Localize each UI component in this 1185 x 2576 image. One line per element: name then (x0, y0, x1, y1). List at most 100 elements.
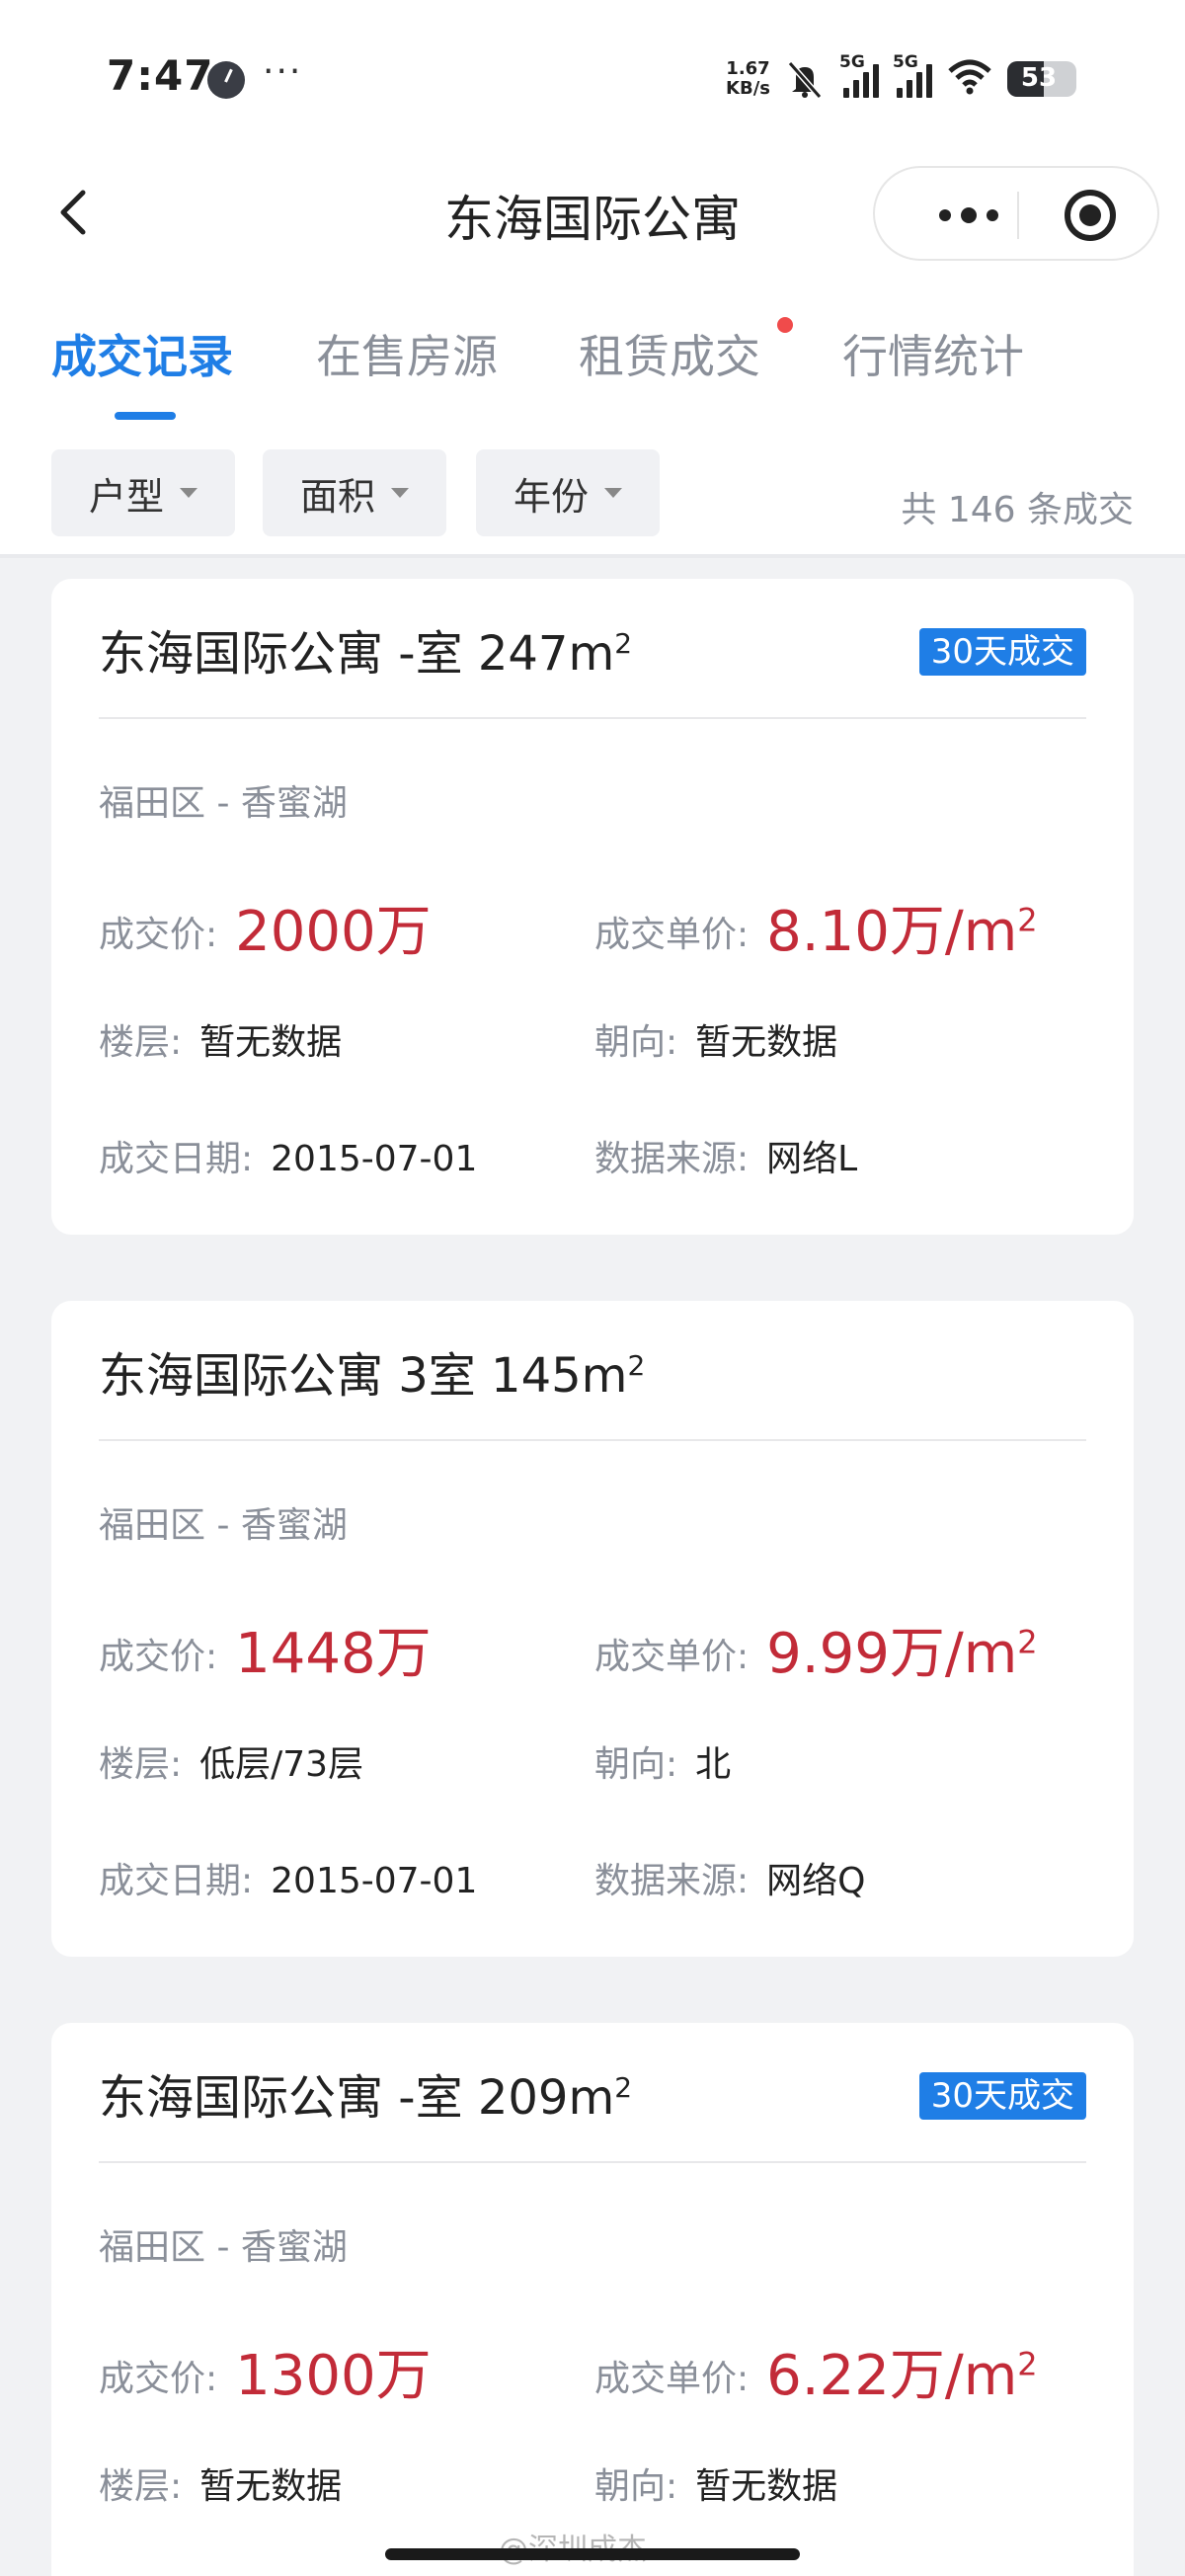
price-label: 成交价: (99, 915, 218, 955)
card-title-text: 东海国际公寓 -室 247m (99, 626, 615, 682)
price-label: 成交价: (99, 2359, 218, 2399)
superscript-2: 2 (614, 627, 633, 660)
price-value: 1300万 (235, 2344, 432, 2408)
price-label: 成交价: (99, 1637, 218, 1677)
home-indicator[interactable] (385, 2548, 800, 2560)
filter-area-label: 面积 (299, 474, 375, 519)
floor-label: 楼层: (99, 2466, 183, 2507)
signal-1-label: 5G (839, 52, 865, 72)
date-field: 成交日期: 2015-07-01 (99, 1130, 477, 1181)
tab-deal-records[interactable]: 成交记录 (51, 321, 233, 386)
unit-price-field: 成交单价: 6.22万/m2 (594, 2331, 1038, 2411)
network-speed: 1.67 KB/s (726, 59, 770, 99)
floor-label: 楼层: (99, 1022, 183, 1063)
floor-label: 楼层: (99, 1744, 183, 1785)
source-field: 数据来源: 网络Q (594, 1852, 865, 1903)
orientation-label: 朝向: (594, 2466, 678, 2507)
unit-price-value: 8.10万/m2 (766, 900, 1037, 964)
mini-program-capsule (873, 166, 1159, 261)
signal-1-icon: 5G (839, 52, 879, 98)
orientation-field: 朝向: 暂无数据 (594, 1013, 837, 1065)
speed-unit: KB/s (726, 78, 770, 99)
unit-price-field: 成交单价: 8.10万/m2 (594, 887, 1038, 967)
filter-layout[interactable]: 户型 (51, 449, 235, 536)
unit-price-label: 成交单价: (594, 2359, 750, 2399)
orientation-label: 朝向: (594, 1744, 678, 1785)
date-label: 成交日期: (99, 1139, 254, 1179)
floor-value: 暂无数据 (199, 1022, 343, 1063)
superscript-2: 2 (627, 1349, 646, 1382)
speed-value: 1.67 (726, 58, 770, 79)
superscript-2: 2 (1017, 901, 1038, 939)
battery-level: 53 (1020, 63, 1058, 93)
battery-icon: 53 (1007, 61, 1076, 97)
divider (99, 1439, 1086, 1441)
status-time: 7:47 (107, 51, 214, 100)
card-title: 东海国际公寓 3室 145m2 (99, 1336, 645, 1406)
more-options-button[interactable] (914, 188, 1023, 243)
floor-field: 楼层: 暂无数据 (99, 2457, 342, 2509)
orientation-label: 朝向: (594, 1022, 678, 1063)
superscript-2: 2 (1017, 2345, 1038, 2383)
signal-2-label: 5G (893, 52, 918, 72)
close-mini-program-icon[interactable] (1065, 190, 1116, 241)
capsule-divider (1017, 192, 1019, 239)
filter-area[interactable]: 面积 (263, 449, 446, 536)
tab-bar: 成交记录 在售房源 租赁成交 行情统计 (0, 282, 1185, 430)
floor-value: 暂无数据 (199, 2466, 343, 2507)
source-value: 网络Q (766, 1861, 866, 1901)
deal-card[interactable]: 东海国际公寓 3室 145m2 福田区 - 香蜜湖 成交价: 1448万 成交单价… (51, 1301, 1134, 1957)
district-text: 福田区 - 香蜜湖 (99, 2227, 348, 2268)
total-count: 共 146 条成交 (901, 490, 1134, 530)
status-icons: 1.67 KB/s 5G 5G 53 (726, 52, 1076, 104)
filter-bar: 户型 面积 年份 共 146 条成交 (0, 430, 1185, 558)
caret-down-icon (180, 488, 198, 498)
orientation-field: 朝向: 北 (594, 1735, 731, 1787)
deal-card[interactable]: 东海国际公寓 -室 247m2 30天成交 福田区 - 香蜜湖 成交价: 2000… (51, 579, 1134, 1235)
superscript-2: 2 (1017, 1623, 1038, 1661)
unit-price-text: 8.10万/m (766, 900, 1018, 964)
status-badge: 30天成交 (918, 2072, 1086, 2120)
floor-field: 楼层: 低层/73层 (99, 1735, 363, 1787)
active-tab-indicator (115, 412, 176, 420)
date-label: 成交日期: (99, 1861, 254, 1901)
wifi-icon (946, 57, 993, 101)
floor-value: 低层/73层 (199, 1744, 364, 1785)
signal-2-icon: 5G (893, 52, 932, 98)
date-field: 成交日期: 2015-07-01 (99, 1852, 477, 1903)
filter-year[interactable]: 年份 (476, 449, 660, 536)
divider (99, 717, 1086, 719)
district-text: 福田区 - 香蜜湖 (99, 783, 348, 824)
orientation-field: 朝向: 暂无数据 (594, 2457, 837, 2509)
orientation-value: 北 (695, 1744, 732, 1785)
filter-year-label: 年份 (513, 474, 589, 519)
source-field: 数据来源: 网络L (594, 1130, 857, 1181)
filter-layout-label: 户型 (88, 474, 164, 519)
date-value: 2015-07-01 (271, 1861, 478, 1901)
watermark: @深圳成杰 (499, 2525, 647, 2568)
card-title-text: 东海国际公寓 -室 209m (99, 2070, 615, 2126)
mute-bell-icon (784, 59, 826, 99)
tab-market-stats[interactable]: 行情统计 (842, 321, 1024, 386)
superscript-2: 2 (614, 2071, 633, 2104)
unit-price-value: 6.22万/m2 (766, 2344, 1037, 2408)
deal-card[interactable]: 东海国际公寓 -室 209m2 30天成交 福田区 - 香蜜湖 成交价: 1300… (51, 2023, 1134, 2576)
tab-for-sale[interactable]: 在售房源 (316, 321, 498, 386)
divider (99, 2161, 1086, 2163)
unit-price-label: 成交单价: (594, 915, 750, 955)
more-notifications-icon: ··· (263, 51, 303, 92)
clock-icon (207, 61, 245, 99)
status-badge: 30天成交 (918, 628, 1086, 676)
card-title: 东海国际公寓 -室 247m2 (99, 614, 632, 684)
tab-rental-deals[interactable]: 租赁成交 (579, 321, 760, 386)
navigation-bar: 东海国际公寓 (0, 148, 1185, 282)
unit-price-field: 成交单价: 9.99万/m2 (594, 1609, 1038, 1689)
unit-price-label: 成交单价: (594, 1637, 750, 1677)
caret-down-icon (604, 488, 622, 498)
floor-field: 楼层: 暂无数据 (99, 1013, 342, 1065)
source-value: 网络L (766, 1139, 858, 1179)
price-value: 1448万 (235, 1622, 432, 1686)
district-text: 福田区 - 香蜜湖 (99, 1505, 348, 1546)
unit-price-value: 9.99万/m2 (766, 1622, 1037, 1686)
unit-price-text: 9.99万/m (766, 1622, 1018, 1686)
